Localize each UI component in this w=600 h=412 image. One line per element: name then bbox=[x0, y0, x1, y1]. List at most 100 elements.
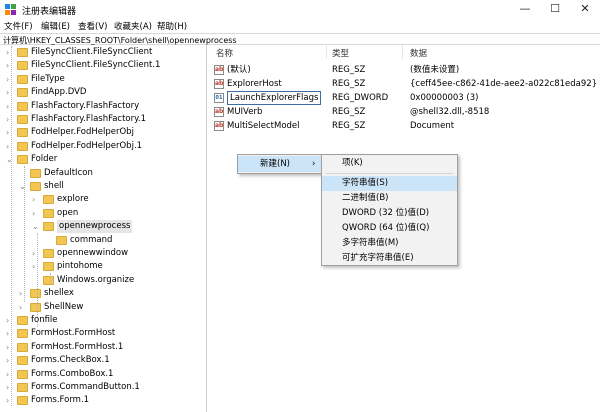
rename-field[interactable]: LaunchExplorerFlags bbox=[227, 91, 322, 105]
expand-arrow-icon[interactable]: › bbox=[6, 354, 14, 367]
tree-item[interactable]: › FormHost.FormHost.1 bbox=[0, 341, 206, 354]
menu-favorites[interactable]: 收藏夹(A) bbox=[114, 20, 152, 32]
context-new-label: 新建(N) bbox=[260, 159, 290, 169]
column-divider[interactable] bbox=[326, 45, 327, 59]
minimize-button[interactable]: — bbox=[510, 0, 540, 18]
column-type-header[interactable]: 类型 bbox=[332, 47, 349, 59]
collapse-arrow-icon[interactable]: ⌄ bbox=[6, 153, 14, 166]
tree-item[interactable]: › shellex bbox=[0, 287, 206, 300]
tree-item-label: FindApp.DVD bbox=[31, 87, 87, 98]
collapse-arrow-icon[interactable]: ⌄ bbox=[32, 220, 40, 233]
folder-icon bbox=[30, 289, 41, 299]
tree-item[interactable]: › FindApp.DVD bbox=[0, 86, 206, 99]
submenu-item[interactable]: 字符串值(S) bbox=[322, 176, 457, 191]
tree-item[interactable]: DefaultIcon bbox=[0, 167, 206, 180]
menu-file[interactable]: 文件(F) bbox=[4, 20, 33, 32]
submenu-item[interactable]: QWORD (64 位)值(Q) bbox=[322, 221, 457, 236]
expand-arrow-icon[interactable]: › bbox=[6, 73, 14, 86]
binary-value-icon: 01 bbox=[214, 93, 224, 103]
tree-item[interactable]: › FileType bbox=[0, 73, 206, 86]
submenu-item[interactable]: DWORD (32 位)值(D) bbox=[322, 206, 457, 221]
submenu-item[interactable]: 多字符串值(M) bbox=[322, 236, 457, 251]
submenu-item-label: 可扩充字符串值(E) bbox=[342, 253, 414, 263]
expand-arrow-icon[interactable]: › bbox=[6, 86, 14, 99]
expand-arrow-icon[interactable]: › bbox=[19, 287, 27, 300]
tree-item[interactable]: › FileSyncClient.FileSyncClient.1 bbox=[0, 59, 206, 72]
menu-edit[interactable]: 编辑(E) bbox=[41, 20, 70, 32]
tree-item[interactable]: Windows.organize bbox=[0, 274, 206, 287]
tree-item-label: shell bbox=[44, 181, 64, 191]
tree-item[interactable]: › opennewwindow bbox=[0, 247, 206, 260]
string-value-icon: ab bbox=[214, 121, 224, 131]
submenu-item[interactable]: 二进制值(B) bbox=[322, 191, 457, 206]
tree-item[interactable]: › ShellNew bbox=[0, 301, 206, 314]
expand-arrow-icon[interactable]: › bbox=[6, 327, 14, 340]
value-row[interactable]: ab ExplorerHost REG_SZ {ceff45ee-c862-41de-… bbox=[208, 77, 600, 91]
tree-item[interactable]: ⌄ Folder bbox=[0, 153, 206, 166]
value-type: REG_SZ bbox=[332, 107, 366, 117]
tree-item[interactable]: › FodHelper.FodHelperObj.1 bbox=[0, 140, 206, 153]
expand-arrow-icon[interactable]: › bbox=[6, 126, 14, 139]
expand-arrow-icon[interactable]: › bbox=[6, 341, 14, 354]
expand-arrow-icon[interactable]: › bbox=[6, 46, 14, 59]
menu-help[interactable]: 帮助(H) bbox=[157, 20, 187, 32]
expand-arrow-icon[interactable]: › bbox=[6, 394, 14, 407]
tree-item[interactable]: › Forms.Form.1 bbox=[0, 394, 206, 407]
key-tree[interactable]: › FileSyncClient.FileSyncClient › FileSyncC… bbox=[0, 45, 207, 412]
column-data-header[interactable]: 数据 bbox=[410, 47, 427, 59]
tree-item-label: fonfile bbox=[31, 315, 58, 325]
tree-item[interactable]: › fonfile bbox=[0, 314, 206, 327]
submenu-item-label: 二进制值(B) bbox=[342, 193, 389, 203]
tree-item-label: FormHost.FormHost.1 bbox=[31, 341, 124, 352]
expand-arrow-icon[interactable]: › bbox=[32, 247, 40, 260]
value-name: ExplorerHost bbox=[227, 79, 282, 89]
tree-item[interactable]: › open bbox=[0, 207, 206, 220]
tree-item[interactable]: › FlashFactory.FlashFactory.1 bbox=[0, 113, 206, 126]
expand-arrow-icon[interactable]: › bbox=[6, 100, 14, 113]
tree-item[interactable]: › pintohome bbox=[0, 260, 206, 273]
string-value-icon: ab bbox=[214, 65, 224, 75]
tree-item-label: FileType bbox=[31, 73, 65, 84]
tree-item[interactable]: › Forms.CheckBox.1 bbox=[0, 354, 206, 367]
expand-arrow-icon[interactable]: › bbox=[6, 113, 14, 126]
window-title: 注册表编辑器 bbox=[22, 7, 77, 17]
submenu-item[interactable]: 项(K) bbox=[322, 156, 457, 171]
submenu-item[interactable]: 可扩充字符串值(E) bbox=[322, 251, 457, 266]
tree-item[interactable]: › FileSyncClient.FileSyncClient bbox=[0, 46, 206, 59]
tree-item[interactable]: › FodHelper.FodHelperObj bbox=[0, 126, 206, 139]
expand-arrow-icon[interactable]: › bbox=[32, 207, 40, 220]
collapse-arrow-icon[interactable]: ⌄ bbox=[19, 180, 27, 193]
menu-view[interactable]: 查看(V) bbox=[78, 20, 107, 32]
context-new-item[interactable]: 新建(N) › bbox=[238, 156, 322, 172]
value-row[interactable]: ab MultiSelectModel REG_SZ Document bbox=[208, 119, 600, 133]
expand-arrow-icon[interactable]: › bbox=[6, 368, 14, 381]
folder-icon bbox=[43, 275, 54, 285]
value-row[interactable]: ab (默认) REG_SZ (数值未设置) bbox=[208, 63, 600, 77]
address-bar[interactable]: 计算机\HKEY_CLASSES_ROOT\Folder\shell\openn… bbox=[0, 33, 600, 45]
tree-item[interactable]: › FlashFactory.FlashFactory bbox=[0, 100, 206, 113]
expand-arrow-icon[interactable]: › bbox=[32, 260, 40, 273]
tree-item[interactable]: ⌄ opennewprocess bbox=[0, 220, 206, 234]
close-button[interactable]: ✕ bbox=[570, 0, 600, 18]
maximize-button[interactable]: ☐ bbox=[540, 0, 570, 18]
tree-item[interactable]: › FormHost.FormHost bbox=[0, 327, 206, 340]
expand-arrow-icon[interactable]: › bbox=[6, 140, 14, 153]
tree-item[interactable]: › explore bbox=[0, 193, 206, 206]
expand-arrow-icon[interactable]: › bbox=[32, 193, 40, 206]
expand-arrow-icon[interactable]: › bbox=[6, 314, 14, 327]
expand-arrow-icon[interactable]: › bbox=[19, 301, 27, 314]
tree-item[interactable]: command bbox=[0, 234, 206, 247]
value-data: (数值未设置) bbox=[410, 65, 460, 75]
value-row[interactable]: ab MUIVerb REG_SZ @shell32.dll,-8518 bbox=[208, 105, 600, 119]
expand-arrow-icon[interactable]: › bbox=[6, 381, 14, 394]
column-divider[interactable] bbox=[402, 45, 403, 59]
column-name-header[interactable]: 名称 bbox=[216, 47, 233, 59]
tree-item-label: explore bbox=[57, 194, 89, 205]
value-row[interactable]: 01 LaunchExplorerFlags REG_DWORD 0x00000003… bbox=[208, 91, 600, 105]
tree-item[interactable]: › Forms.ComboBox.1 bbox=[0, 368, 206, 381]
tree-item[interactable]: ⌄ shell bbox=[0, 180, 206, 193]
tree-item-label: FodHelper.FodHelperObj.1 bbox=[31, 140, 143, 151]
tree-item-label: FlashFactory.FlashFactory bbox=[31, 100, 140, 111]
tree-item[interactable]: › Forms.CommandButton.1 bbox=[0, 381, 206, 394]
expand-arrow-icon[interactable]: › bbox=[6, 59, 14, 72]
